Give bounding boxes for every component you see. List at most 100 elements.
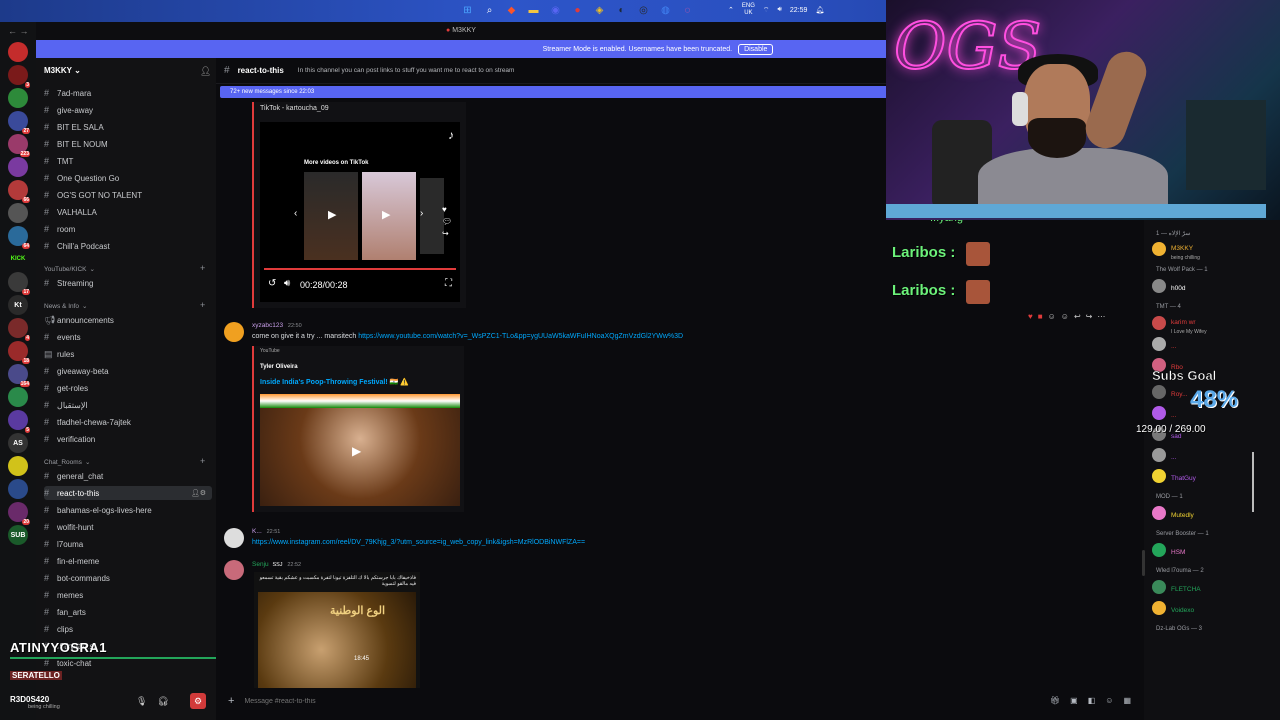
tray-chevron-icon[interactable]: ⌃ (728, 6, 734, 14)
app-red-icon[interactable]: ● (570, 3, 585, 18)
wifi-icon[interactable]: ⌔ (763, 6, 770, 15)
language-indicator[interactable]: ENG UK (742, 3, 755, 17)
member-item[interactable]: FLETCHA (1152, 578, 1201, 596)
channel-tmt[interactable]: # TMT (44, 154, 73, 168)
image-attachment[interactable]: فاذخيفاك بابا جرستكم بالا ك التلفزة تيون… (254, 572, 420, 688)
tiktok-author[interactable]: TikTok - kartoucha_09 (260, 105, 329, 112)
channel-bahamas-el-ogs-lives-here[interactable]: # bahamas-el-ogs-lives-here (44, 503, 152, 517)
apps-icon[interactable]: ▦ (1123, 696, 1131, 705)
username-3[interactable]: Senju (252, 561, 269, 568)
channel-7ad-mara[interactable]: #7ad-mara (44, 86, 91, 100)
mic-icon[interactable]: 🎙︎ (136, 696, 147, 707)
member-item[interactable]: ThatGuy (1152, 467, 1196, 485)
server-icon[interactable]: 4 (8, 318, 30, 341)
category-header[interactable]: News & Info ⌄ (44, 302, 88, 311)
channel-announcements[interactable]: 📢︎ announcements (44, 313, 114, 327)
member-item[interactable]: ... (1152, 446, 1176, 464)
member-item[interactable]: Voidexo (1152, 599, 1194, 617)
guild-header[interactable]: M3KKY ⌄ (44, 66, 81, 75)
clock[interactable]: 22:59 (790, 7, 808, 14)
server-icon[interactable] (8, 456, 28, 476)
category-header[interactable]: Chat_Rooms ⌄ (44, 458, 90, 467)
channel-bot-commands[interactable]: # bot-commands (44, 571, 110, 585)
message-username[interactable]: xyzabc123 22:50 (252, 322, 302, 329)
server-icon[interactable]: SUB (8, 525, 28, 545)
server-icon[interactable]: 18 (8, 341, 30, 364)
volume-icon[interactable]: 🔊︎ (284, 278, 290, 289)
sticker-icon[interactable]: ◧ (1088, 696, 1096, 705)
next-arrow-icon[interactable]: › (420, 208, 423, 219)
play-icon-2[interactable]: ▶ (382, 208, 390, 221)
member-item[interactable]: karim wr I Love My Wifey (1152, 314, 1207, 335)
reaction-icon[interactable]: ♥ (1028, 312, 1033, 321)
current-user-name[interactable]: R3D0S420 (10, 695, 49, 704)
discord-icon[interactable]: ◉ (548, 3, 563, 18)
channel-chill-a-podcast[interactable]: # Chill'a Podcast (44, 239, 110, 253)
server-icon[interactable]: Kt (8, 295, 28, 315)
server-icon[interactable] (8, 157, 28, 177)
file-explorer-icon[interactable]: ▬ (526, 3, 541, 18)
server-icon[interactable]: KICK (8, 249, 28, 269)
member-item[interactable]: HSM (1152, 541, 1185, 559)
play-icon[interactable]: ▶ (328, 208, 336, 221)
channel-room[interactable]: # room (44, 222, 75, 236)
channel-l7ouma[interactable]: # l7ouma (44, 537, 83, 551)
add-channel-icon[interactable]: + (200, 456, 205, 466)
channel-fin-el-meme[interactable]: # fin-el-meme (44, 554, 99, 568)
chat-scrollbar[interactable] (1142, 550, 1145, 576)
server-icon[interactable] (8, 387, 28, 407)
fullscreen-icon[interactable]: ⛶ (445, 278, 452, 289)
embed-title[interactable]: Inside India's Poop-Throwing Festival! 🇮… (260, 378, 409, 386)
server-icon[interactable]: 27 (8, 111, 30, 134)
prev-arrow-icon[interactable]: ‹ (294, 208, 297, 219)
member-item[interactable]: M3KKY being chilling (1152, 240, 1200, 261)
app-yellow-icon[interactable]: ◈ (592, 3, 607, 18)
new-messages-bar[interactable]: 72+ new messages since 22:03 (220, 86, 888, 98)
message-input[interactable] (244, 697, 945, 705)
embed-author[interactable]: Tyler Oliveira (260, 364, 298, 370)
channel-topic[interactable]: In this channel you can post links to st… (298, 67, 515, 74)
member-item[interactable]: h00d (1152, 277, 1185, 295)
server-icon[interactable]: 164 (8, 364, 30, 387)
channel-streaming[interactable]: # Streaming (44, 276, 93, 290)
message-username[interactable]: K... 22:51 (252, 528, 280, 535)
gift-icon[interactable]: 🎁︎ (1050, 696, 1060, 705)
brave-icon[interactable]: ◆ (504, 3, 519, 18)
settings-gear-icon[interactable]: ⚙ (190, 693, 206, 709)
emoji-icon[interactable]: ☺ (1048, 312, 1056, 321)
server-icon[interactable] (8, 88, 28, 108)
channel-og-s-got-no-talent[interactable]: # OG'S GOT NO TALENT (44, 188, 142, 202)
member-item[interactable]: ... (1152, 335, 1176, 353)
channel-wolfit-hunt[interactable]: # wolfit-hunt (44, 520, 93, 534)
headphones-icon[interactable]: 🎧︎ (157, 696, 168, 707)
server-icon[interactable]: 17 (8, 272, 30, 295)
channel-memes[interactable]: # memes (44, 588, 83, 602)
server-icon[interactable]: 5 (8, 410, 30, 433)
channel-react-to-this[interactable]: # react-to-this 👤︎⚙ (44, 486, 212, 500)
server-icon[interactable]: 223 (8, 134, 30, 157)
username-1[interactable]: xyzabc123 (252, 322, 283, 329)
reaction-2-icon[interactable]: ■ (1038, 312, 1043, 321)
member-item[interactable]: ... (1152, 404, 1176, 422)
channel-general-chat[interactable]: # general_chat (44, 469, 103, 483)
youtube-thumbnail[interactable]: ▶ (260, 394, 460, 506)
instagram-link[interactable]: https://www.instagram.com/reel/DV_79Khjg… (252, 539, 585, 546)
channel-bit-el-sala[interactable]: # BIT EL SALA (44, 120, 104, 134)
channel-one-question-go[interactable]: # One Question Go (44, 171, 119, 185)
channel-give-away[interactable]: # give-away (44, 103, 93, 117)
reply-icon[interactable]: ↩ (1074, 312, 1081, 321)
play-button-icon[interactable]: ▶ (352, 444, 361, 458)
replay-icon[interactable]: ↺ (268, 278, 276, 289)
server-icon[interactable] (8, 203, 28, 223)
emoji-picker-icon[interactable]: ☺ (1105, 696, 1113, 705)
channel-valhalla[interactable]: # VALHALLA (44, 205, 97, 219)
tiktok-player[interactable]: ♪ More videos on TikTok ‹ ▶ ▶ › ♥ 💬︎ ↪ ↺ 🔊… (260, 122, 460, 302)
chrome-icon[interactable]: ◍ (658, 3, 673, 18)
server-icon[interactable]: 3 (8, 65, 30, 88)
channel-tfadhel-chewa-7ajtek[interactable]: # tfadhel-chewa-7ajtek (44, 415, 131, 429)
add-attachment-icon[interactable]: + (228, 695, 234, 707)
steam-icon[interactable]: ◐ (614, 3, 629, 18)
server-icon[interactable]: 20 (8, 502, 30, 525)
search-icon[interactable]: ⌕ (482, 3, 497, 18)
channel-rules[interactable]: ▤ rules (44, 347, 74, 361)
